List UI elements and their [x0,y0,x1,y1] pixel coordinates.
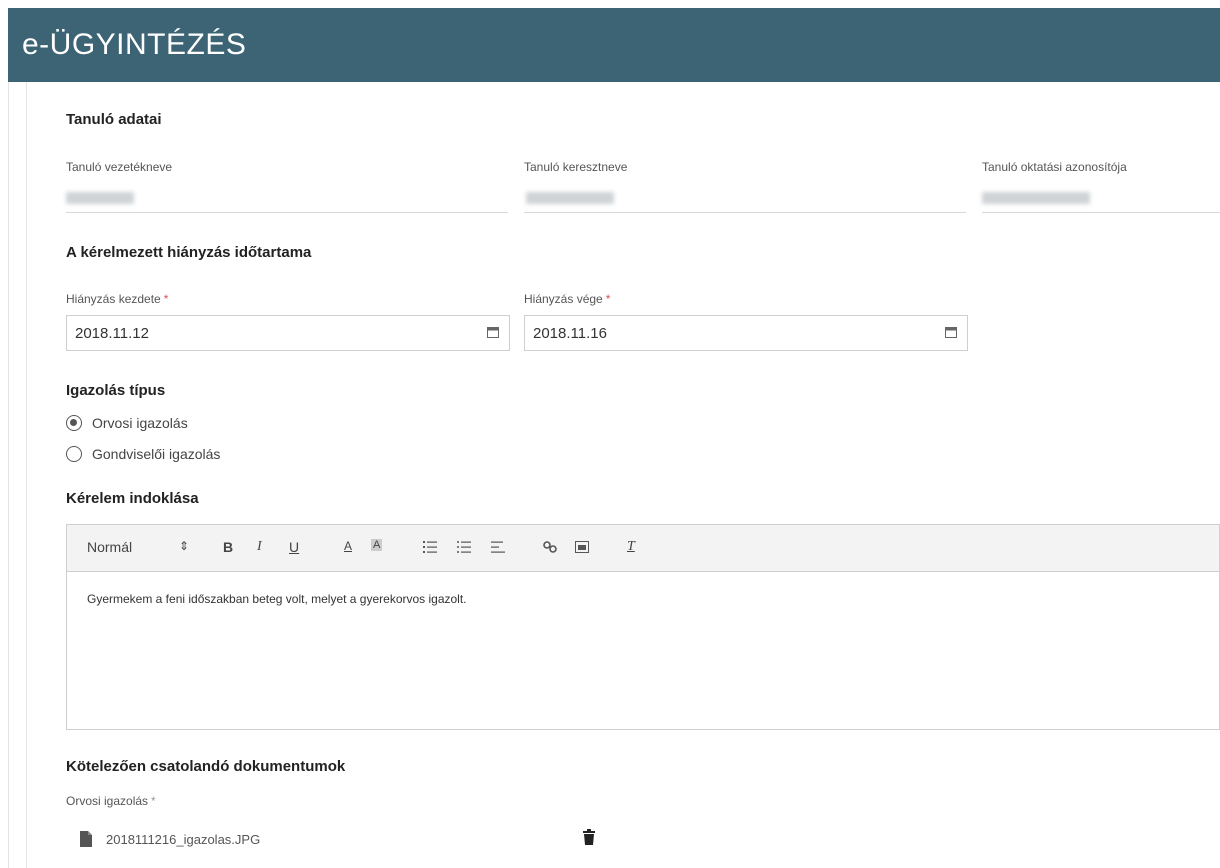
student-last-name-label: Tanuló vezetékneve [66,160,173,174]
documents-field-label: Orvosi igazolás * [66,794,156,808]
absence-end-value: 2018.11.16 [533,325,607,342]
student-id-label: Tanuló oktatási azonosítója [982,160,1127,174]
absence-start-label-text: Hiányzás kezdete [66,292,161,306]
format-select[interactable]: Normál [87,539,132,555]
absence-section-title: A kérelmezett hiányzás időtartama [66,244,312,261]
absence-end-label-text: Hiányzás vége [524,292,603,306]
absence-start-input[interactable]: 2018.11.12 [66,315,510,351]
background-color-button[interactable]: A [371,539,383,551]
radio-label: Orvosi igazolás [92,415,188,431]
align-left-icon[interactable] [491,541,505,553]
absence-start-label: Hiányzás kezdete * [66,292,168,306]
documents-section-title: Kötelezően csatolandó dokumentumok [66,758,346,775]
calendar-icon[interactable] [945,326,957,338]
absence-end-input[interactable]: 2018.11.16 [524,315,968,351]
absence-start-value: 2018.11.12 [75,325,149,342]
documents-field-label-text: Orvosi igazolás [66,794,149,808]
student-first-name-label: Tanuló keresztneve [524,160,628,174]
editor-toolbar: Normál ⇕ B I U A A T [66,524,1220,572]
clear-format-button[interactable]: T [627,539,635,555]
app-header: e-ÜGYINTÉZÉS [8,8,1220,82]
redacted-value [526,192,614,204]
image-icon[interactable] [575,541,589,553]
format-select-arrows[interactable]: ⇕ [179,539,189,553]
radio-option-guardian[interactable]: Gondviselői igazolás [66,443,220,465]
bullet-list-icon[interactable] [457,541,471,553]
redacted-value [66,192,134,204]
radio-option-medical[interactable]: Orvosi igazolás [66,412,188,434]
attachment-item: 2018111216_igazolas.JPG [80,831,260,847]
required-mark: * [163,292,169,306]
attachment-file-name[interactable]: 2018111216_igazolas.JPG [106,832,260,847]
radio-button-checked[interactable] [66,415,82,431]
left-border [8,82,9,868]
student-section-title: Tanuló adatai [66,111,162,128]
link-icon[interactable] [543,541,557,553]
absence-end-label: Hiányzás vége * [524,292,610,306]
italic-button[interactable]: I [257,539,262,555]
required-mark: * [605,292,611,306]
student-id-field: Tanuló oktatási azonosítója [982,160,1220,213]
app-title: e-ÜGYINTÉZÉS [22,28,247,61]
required-mark: * [151,794,156,808]
editor-body[interactable]: Gyermekem a feni időszakban beteg volt, … [66,572,1220,730]
reason-section-title: Kérelem indoklása [66,490,199,507]
bold-button[interactable]: B [223,539,233,555]
file-icon [80,831,92,847]
justification-section-title: Igazolás típus [66,382,166,399]
calendar-icon[interactable] [487,326,499,338]
underline-button[interactable]: U [289,539,299,555]
content-border [26,82,27,868]
radio-label: Gondviselői igazolás [92,446,221,462]
radio-button[interactable] [66,446,82,462]
redacted-value [982,192,1090,204]
delete-icon[interactable] [583,829,595,845]
text-color-button[interactable]: A [344,539,352,553]
editor-text: Gyermekem a feni időszakban beteg volt, … [87,592,467,606]
student-first-name-field: Tanuló keresztneve [524,160,966,213]
ordered-list-icon[interactable] [423,541,437,553]
student-last-name-field: Tanuló vezetékneve [66,160,508,213]
